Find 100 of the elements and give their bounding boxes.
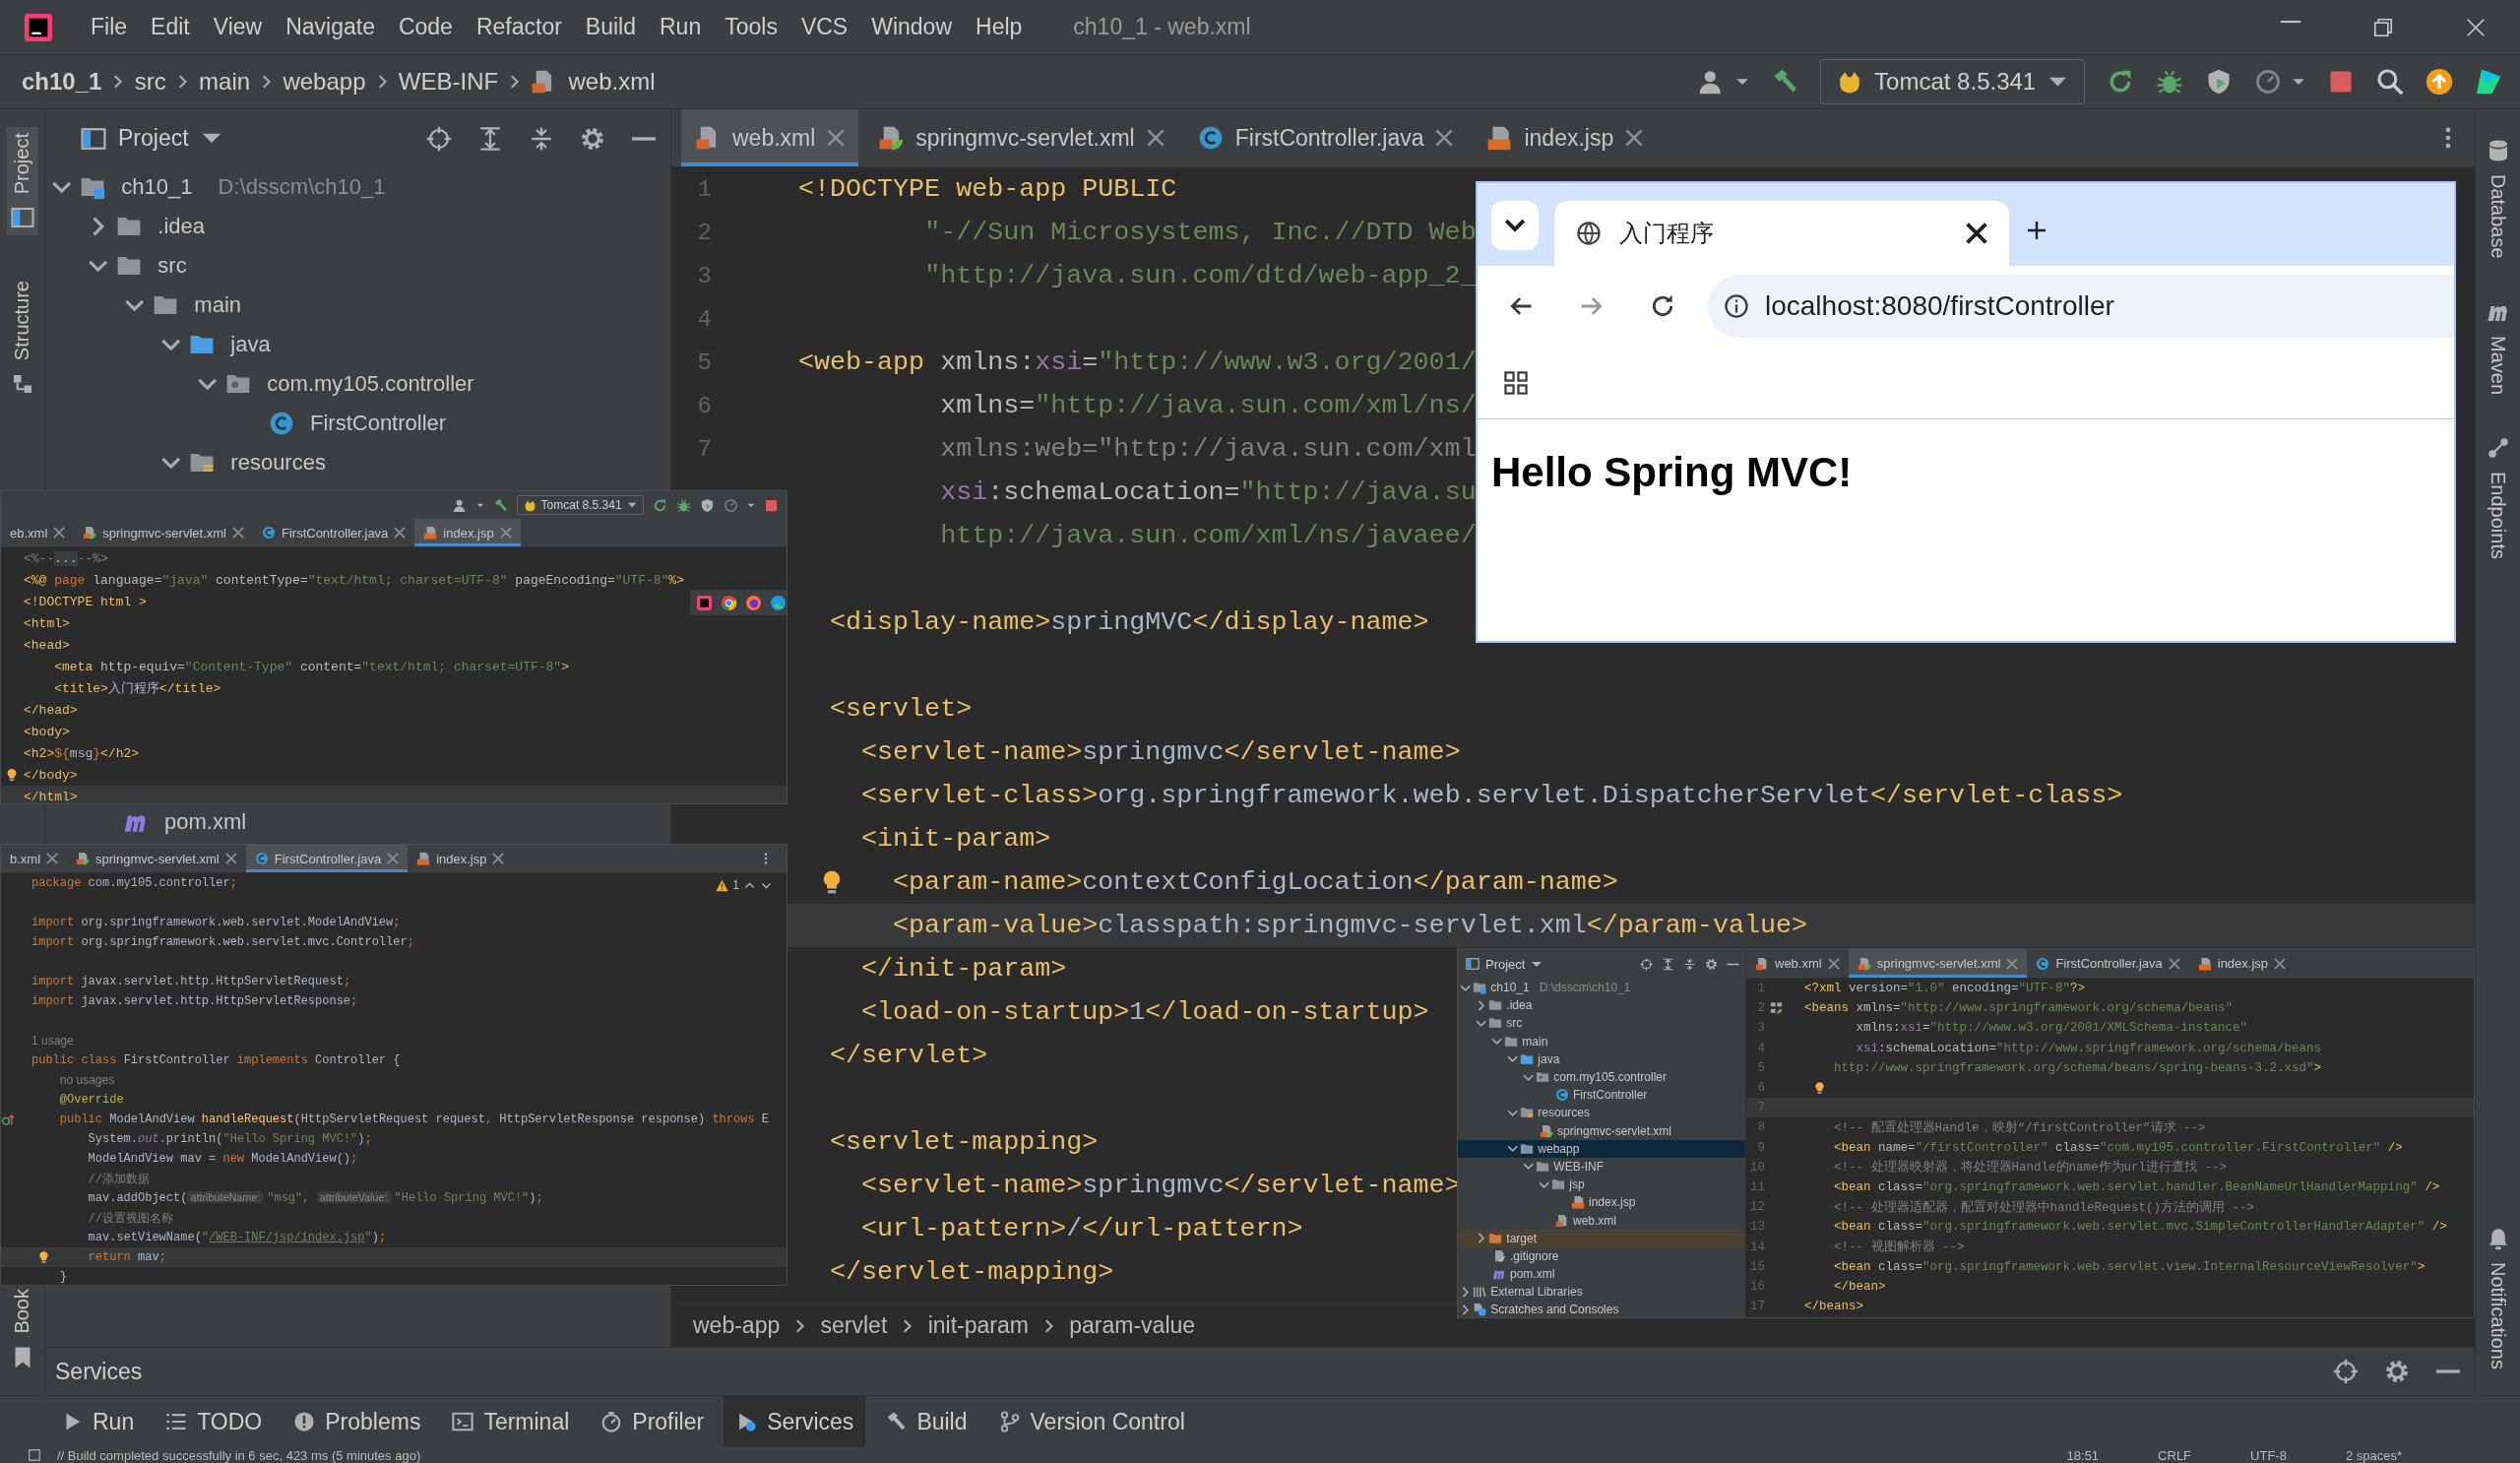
chevron-icon[interactable] [1478, 999, 1485, 1011]
panel-toggle-icon[interactable] [28, 1448, 41, 1462]
breadcrumb[interactable]: web.xml [568, 68, 656, 95]
chevron-icon[interactable] [1476, 1019, 1487, 1028]
tree-item[interactable]: springmvc-servlet.xml [1458, 1121, 1745, 1140]
tree-item[interactable]: pom.xml [45, 807, 670, 837]
editor-tab[interactable]: index.jsp [2188, 949, 2296, 978]
status-item[interactable]: CRLF [2158, 1447, 2192, 1463]
settings-icon[interactable] [1705, 957, 1718, 971]
restore-icon[interactable] [2372, 16, 2394, 38]
breadcrumb[interactable]: init-param [927, 1312, 1029, 1339]
caret-icon[interactable] [1735, 77, 1750, 87]
tool-window-tab[interactable]: Endpoints [2482, 429, 2514, 565]
tree-item[interactable]: main [45, 286, 670, 325]
breadcrumb[interactable]: webapp [283, 68, 366, 95]
close-icon[interactable] [1966, 223, 1987, 244]
editor-tab[interactable]: springmvc-servlet.xml [864, 109, 1178, 166]
debug-icon[interactable] [2156, 68, 2183, 95]
lightbulb-icon[interactable] [1813, 1081, 1826, 1095]
tree-item[interactable]: src [1458, 1014, 1745, 1033]
menu-item[interactable]: Window [859, 14, 964, 40]
breadcrumb[interactable]: web-app [693, 1312, 781, 1339]
tree-item[interactable]: com.my105.controller [1458, 1067, 1745, 1087]
chevron-icon[interactable] [124, 298, 145, 312]
locate-icon[interactable] [426, 125, 452, 152]
minimize-icon[interactable] [2435, 1367, 2461, 1376]
close-icon[interactable] [2465, 16, 2487, 38]
tool-window-tab[interactable]: Build [873, 1396, 979, 1447]
chevron-icon[interactable] [1507, 1109, 1519, 1117]
tree-item[interactable]: ch10_1 D:\dsscm\ch10_1 [1458, 979, 1745, 997]
menu-item[interactable]: Tools [713, 14, 789, 40]
chevron-icon[interactable] [1523, 1073, 1535, 1081]
browser-icon[interactable] [721, 594, 737, 611]
status-item[interactable]: UTF-8 [2250, 1447, 2287, 1463]
settings-icon[interactable] [2384, 1359, 2410, 1384]
tool-window-tab[interactable]: Problems [282, 1396, 433, 1447]
tree-item[interactable]: java [1458, 1050, 1745, 1068]
collapse-all-icon[interactable] [529, 125, 554, 152]
editor-tab[interactable]: web.xml [681, 109, 859, 166]
tool-window-tab[interactable]: Profiler [589, 1396, 717, 1447]
tool-window-tab[interactable]: Maven [2482, 293, 2514, 401]
coverage-icon[interactable] [700, 497, 715, 513]
expand-all-icon[interactable] [1662, 957, 1674, 971]
caret-icon[interactable] [475, 502, 484, 508]
run-configuration-dropdown[interactable]: Tomcat 8.5.341 [516, 495, 644, 515]
tree-item[interactable]: .idea [45, 207, 670, 246]
tree-item[interactable]: resources [1458, 1104, 1745, 1122]
tool-window-tab[interactable]: Terminal [440, 1396, 582, 1447]
tool-window-tab[interactable]: Notifications [2482, 1221, 2514, 1375]
tree-item[interactable]: main [1458, 1032, 1745, 1050]
menu-item[interactable]: Edit [139, 14, 202, 40]
chevron-icon[interactable] [1507, 1145, 1519, 1153]
breadcrumb[interactable]: servlet [820, 1312, 888, 1339]
caret-icon[interactable] [1531, 960, 1544, 968]
menu-item[interactable]: Navigate [274, 14, 387, 40]
run-configuration-dropdown[interactable]: Tomcat 8.5.341 [1820, 59, 2085, 104]
tree-item[interactable]: ch10_1 D:\dsscm\ch10_1 [45, 167, 670, 207]
chevron-icon[interactable] [1491, 1038, 1503, 1046]
menu-item[interactable]: Build [573, 14, 648, 40]
tree-item[interactable]: resources [45, 443, 670, 482]
tree-item[interactable]: index.jsp [1458, 1193, 1745, 1212]
editor-tab[interactable]: springmvc-servlet.xml [74, 519, 253, 546]
breadcrumb[interactable]: WEB-INF [398, 68, 499, 95]
status-item[interactable]: 2 spaces* [2345, 1447, 2402, 1463]
hammer-icon[interactable] [492, 497, 508, 513]
status-item[interactable]: 18:51 [2066, 1447, 2100, 1463]
chevron-icon[interactable] [1462, 1286, 1470, 1298]
tree-item[interactable]: Scratches and Consoles [1458, 1301, 1745, 1317]
profiler-icon[interactable] [2254, 68, 2282, 95]
editor-tab[interactable]: b.xml [1, 845, 68, 872]
editor-tab[interactable]: index.jsp [408, 845, 514, 872]
chevron-icon[interactable] [51, 180, 72, 194]
panel-title[interactable]: Project [1485, 956, 1526, 972]
tree-item[interactable]: .idea [1458, 996, 1745, 1015]
editor-tab[interactable]: FirstController.java [2027, 949, 2189, 978]
product-logo-icon[interactable] [2475, 68, 2502, 95]
tool-window-tab[interactable]: Database [2482, 133, 2514, 265]
menu-item[interactable]: Run [648, 14, 714, 40]
tree-item[interactable]: WEB-INF [1458, 1157, 1745, 1177]
chevron-icon[interactable] [160, 456, 181, 470]
user-icon[interactable] [452, 497, 468, 513]
chevron-icon[interactable] [1462, 1304, 1470, 1315]
bean-icon[interactable] [1770, 1001, 1783, 1015]
caret-icon[interactable] [747, 502, 755, 508]
editor-tab[interactable]: FirstController.java [1183, 109, 1468, 166]
settings-icon[interactable] [580, 125, 605, 152]
expand-all-icon[interactable] [477, 125, 503, 152]
stop-icon[interactable] [764, 497, 779, 513]
tree-item[interactable]: webapp [1458, 1139, 1745, 1158]
chevron-icon[interactable] [92, 217, 105, 236]
plus-icon[interactable] [2025, 219, 2048, 242]
address-bar[interactable]: localhost:8080/firstController [1708, 275, 2454, 338]
menu-item[interactable]: Code [386, 14, 465, 40]
chevron-icon[interactable] [88, 259, 108, 273]
editor-tab[interactable]: web.xml [1746, 949, 1849, 978]
tree-item[interactable]: FirstController [1458, 1086, 1745, 1105]
tree-item[interactable]: web.xml [1458, 1211, 1745, 1230]
tool-window-tab[interactable]: Version Control [986, 1396, 1197, 1447]
minimize-icon[interactable] [1727, 961, 1739, 967]
lightbulb-icon[interactable] [5, 768, 19, 782]
